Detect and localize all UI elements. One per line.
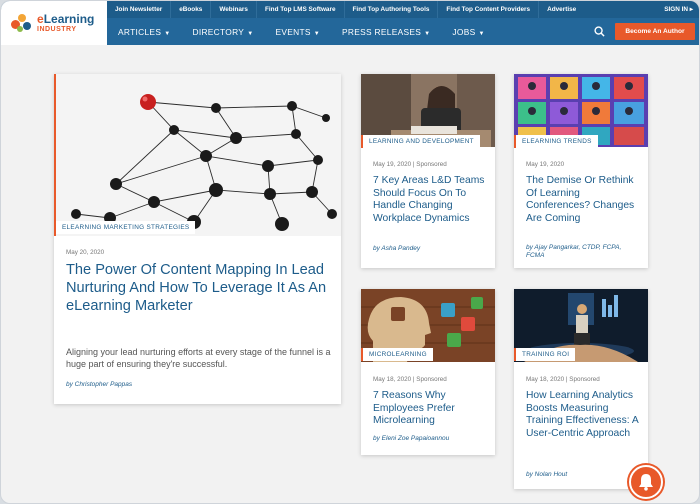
topbar-link-authoring[interactable]: Find Top Authoring Tools: [345, 1, 439, 18]
sign-in-link[interactable]: SIGN IN ▸: [664, 1, 693, 18]
article-date: May 19, 2020: [526, 161, 565, 168]
article-title[interactable]: 7 Reasons Why Employees Prefer Microlear…: [373, 390, 488, 428]
category-tag[interactable]: MICROLEARNING: [361, 348, 433, 361]
site-header: eLearning INDUSTRY Join Newsletter eBook…: [1, 1, 699, 45]
chevron-down-icon: ▼: [247, 30, 254, 37]
featured-article-card[interactable]: ELEARNING MARKETING STRATEGIES May 20, 2…: [54, 74, 341, 404]
chevron-down-icon: ▼: [313, 30, 320, 37]
article-author[interactable]: by Ajay Pangarkar, CTDP, FCPA, FCMA: [526, 244, 638, 261]
site-logo[interactable]: eLearning INDUSTRY: [1, 1, 107, 45]
article-author[interactable]: by Christopher Pappas: [66, 381, 132, 389]
become-author-button[interactable]: Become An Author: [615, 23, 695, 40]
topbar-link-ebooks[interactable]: eBooks: [171, 1, 212, 18]
article-card[interactable]: TRAINING ROI May 18, 2020 | Sponsored Ho…: [514, 289, 648, 489]
article-date: May 18, 2020 | Sponsored: [373, 376, 447, 383]
article-card[interactable]: MICROLEARNING May 18, 2020 | Sponsored 7…: [361, 289, 495, 455]
topbar-link-lms[interactable]: Find Top LMS Software: [257, 1, 345, 18]
nav-item-articles[interactable]: ARTICLES ▼: [107, 27, 181, 37]
article-excerpt: Aligning your lead nurturing efforts at …: [66, 347, 331, 370]
chevron-down-icon: ▼: [164, 30, 171, 37]
nav-item-press-releases[interactable]: PRESS RELEASES ▼: [331, 27, 441, 37]
chevron-down-icon: ▼: [478, 30, 485, 37]
category-tag[interactable]: ELEARNING MARKETING STRATEGIES: [54, 221, 196, 234]
article-date: May 18, 2020 | Sponsored: [526, 376, 600, 383]
category-tag[interactable]: TRAINING ROI: [514, 348, 576, 361]
featured-article-image: [54, 74, 341, 236]
main-nav: ARTICLES ▼ DIRECTORY ▼ EVENTS ▼ PRESS RELEA…: [107, 18, 699, 45]
search-icon[interactable]: [594, 26, 605, 37]
article-title[interactable]: How Learning Analytics Boosts Measuring …: [526, 390, 644, 440]
nav-item-jobs[interactable]: JOBS ▼: [441, 27, 495, 37]
chevron-down-icon: ▼: [424, 30, 431, 37]
nav-item-events[interactable]: EVENTS ▼: [264, 27, 331, 37]
article-title[interactable]: The Power Of Content Mapping In Lead Nur…: [66, 262, 328, 315]
browser-frame: eLearning INDUSTRY Join Newsletter eBook…: [0, 0, 700, 504]
category-tag[interactable]: ELEARNING TRENDS: [514, 135, 598, 148]
article-author[interactable]: by Nolan Hout: [526, 471, 567, 479]
logo-wordmark: eLearning: [37, 12, 95, 26]
article-card[interactable]: ELEARNING TRENDS May 19, 2020 The Demise…: [514, 74, 648, 268]
article-date: May 19, 2020 | Sponsored: [373, 161, 447, 168]
article-author[interactable]: by Asha Pandey: [373, 245, 420, 253]
top-links-bar: Join Newsletter eBooks Webinars Find Top…: [107, 1, 699, 18]
article-title[interactable]: The Demise Or Rethink Of Learning Confer…: [526, 175, 641, 225]
logo-subtitle: INDUSTRY: [37, 26, 77, 33]
notification-bell-button[interactable]: [629, 465, 663, 499]
category-tag[interactable]: LEARNING AND DEVELOPMENT: [361, 135, 480, 148]
article-date: May 20, 2020: [66, 249, 105, 256]
nav-item-directory[interactable]: DIRECTORY ▼: [181, 27, 264, 37]
article-title[interactable]: 7 Key Areas L&D Teams Should Focus On To…: [373, 175, 488, 225]
topbar-link-content-providers[interactable]: Find Top Content Providers: [438, 1, 540, 18]
bell-icon: [639, 474, 653, 491]
topbar-link-advertise[interactable]: Advertise: [539, 1, 584, 18]
topbar-link-newsletter[interactable]: Join Newsletter: [107, 1, 172, 18]
logo-mark-icon: [11, 12, 33, 34]
article-author[interactable]: by Eleni Zoe Papaioannou: [373, 435, 449, 443]
topbar-link-webinars[interactable]: Webinars: [211, 1, 257, 18]
article-card[interactable]: LEARNING AND DEVELOPMENT May 19, 2020 | …: [361, 74, 495, 268]
